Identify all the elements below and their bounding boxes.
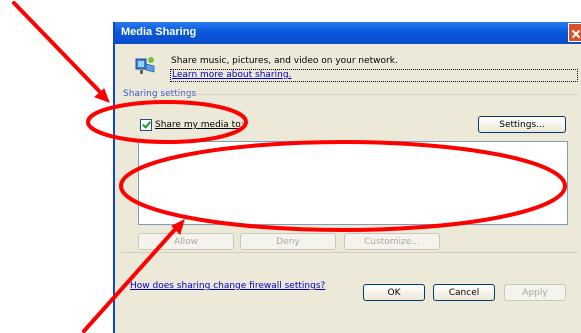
cancel-button[interactable]: Cancel — [433, 284, 495, 301]
info-description: Share music, pictures, and video on your… — [171, 56, 398, 66]
share-media-label: Share my media to: — [155, 120, 244, 130]
settings-button[interactable]: Settings... — [478, 116, 566, 133]
device-list[interactable] — [138, 141, 568, 225]
window-title: Media Sharing — [121, 26, 197, 38]
title-bar: Media Sharing — [115, 22, 581, 44]
customize-button[interactable]: Customize... — [344, 233, 440, 250]
deny-button[interactable]: Deny — [240, 233, 336, 250]
allow-button[interactable]: Allow — [138, 233, 234, 250]
arrow-top-icon — [12, 1, 110, 103]
share-media-checkbox[interactable]: Share my media to: — [140, 119, 244, 131]
learn-more-link[interactable]: Learn more about sharing. — [170, 69, 578, 82]
apply-button[interactable]: Apply — [504, 284, 566, 301]
footer-divider — [121, 252, 577, 253]
media-sharing-icon — [135, 57, 155, 74]
checkbox-checked-icon[interactable] — [140, 119, 152, 131]
ok-button[interactable]: OK — [363, 284, 425, 301]
group-divider — [175, 94, 577, 95]
firewall-settings-link[interactable]: How does sharing change firewall setting… — [130, 281, 325, 291]
close-icon[interactable] — [568, 23, 581, 42]
screenshot-stage: Media Sharing Share music, pictures, and… — [0, 0, 581, 333]
media-sharing-dialog: Media Sharing Share music, pictures, and… — [113, 22, 581, 333]
